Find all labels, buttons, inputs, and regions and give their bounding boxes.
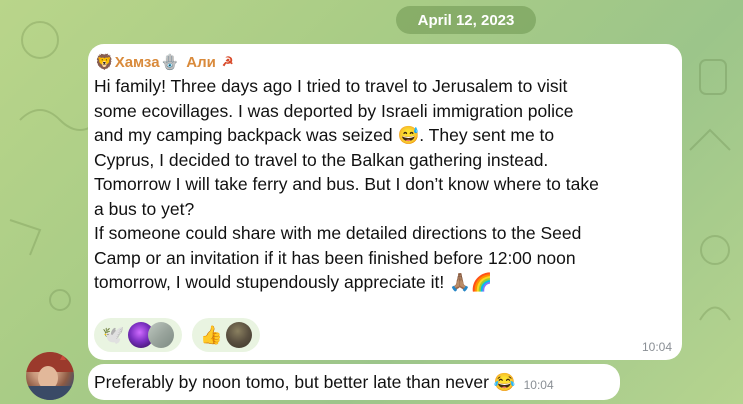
hammer-sickle-icon: ☭ [221, 54, 234, 69]
dove-icon: 🕊️ [102, 324, 125, 345]
avatar[interactable] [26, 352, 74, 400]
sender-last-name: Али [186, 53, 216, 71]
reactor-avatar [226, 322, 252, 348]
avatar-illustration [26, 352, 74, 400]
reaction-dove[interactable]: 🕊️ [94, 318, 182, 352]
sender-first-name: Хамза [114, 53, 160, 71]
reactor-avatar [148, 322, 174, 348]
message-time: 10:04 [641, 340, 672, 354]
sender-name[interactable]: 🦁 Хамза 🪬 Али ☭ [94, 52, 670, 72]
reaction-thumbs-up[interactable]: 👍 [192, 318, 260, 352]
message-text: Hi family! Three days ago I tried to tra… [94, 76, 599, 292]
message-text-2: Preferably by noon tomo, but better late… [94, 371, 516, 392]
message-time-2: 10:04 [523, 378, 554, 392]
reactions-bar: 🕊️ 👍 [94, 318, 260, 352]
lion-face-icon: 🦁 [95, 54, 114, 71]
date-separator: April 12, 2023 [396, 6, 536, 34]
message-bubble[interactable]: 🦁 Хамза 🪬 Али ☭ Hi family! Three days ag… [88, 44, 682, 360]
thumbs-up-icon: 👍 [200, 324, 223, 345]
message-bubble-2[interactable]: Preferably by noon tomo, but better late… [88, 364, 620, 400]
hamsa-hand-icon: 🪬 [160, 54, 180, 71]
